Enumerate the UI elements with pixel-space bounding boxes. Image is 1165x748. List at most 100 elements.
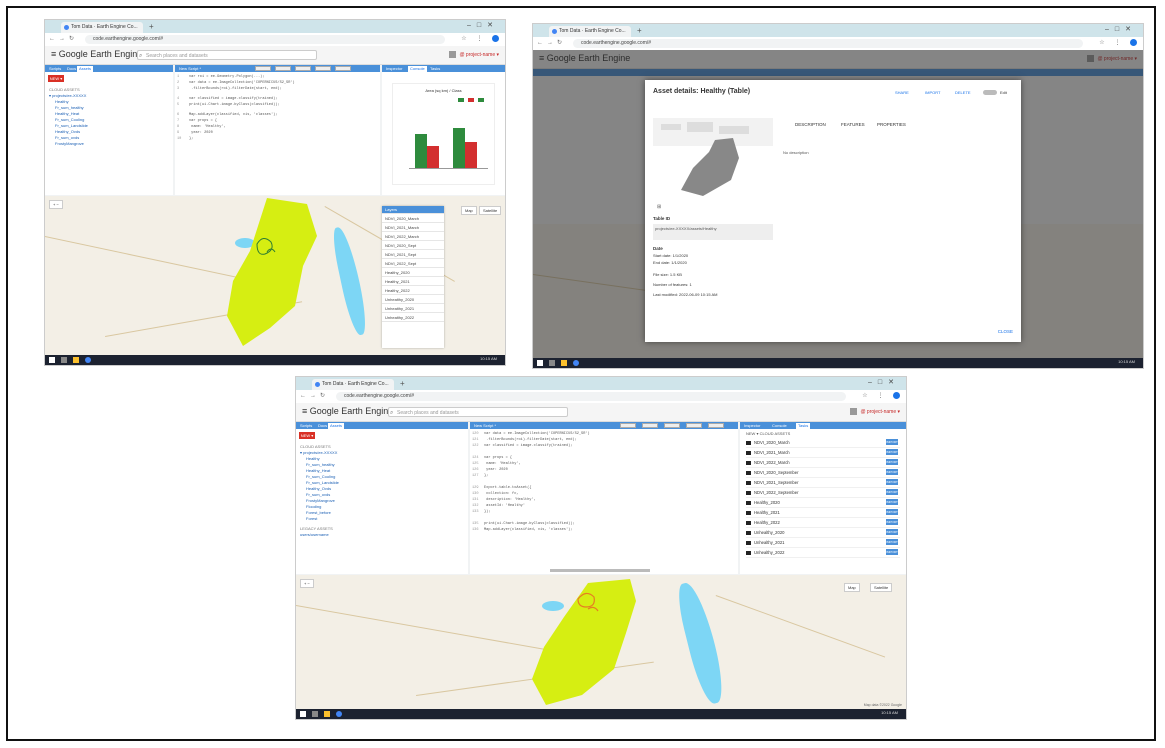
- import-button[interactable]: IMPORT: [886, 499, 898, 505]
- import-button[interactable]: IMPORT: [886, 479, 898, 485]
- tab-description[interactable]: DESCRIPTION: [795, 122, 826, 127]
- asset-row[interactable]: Unhealthy_2022 IMPORT: [746, 548, 900, 558]
- get-link-button[interactable]: [620, 423, 636, 428]
- code-line[interactable]: 132 assetId: 'Healthy': [472, 504, 525, 508]
- tab-scripts[interactable]: Scripts: [298, 423, 314, 429]
- reset-button[interactable]: [686, 423, 702, 428]
- tree-project[interactable]: ▾ projects/ee-XXXXX: [49, 93, 86, 98]
- tree-item[interactable]: FrostyMangrove: [55, 141, 84, 146]
- tab-inspector[interactable]: Inspector: [742, 423, 762, 429]
- satellite-type-button[interactable]: Satellite: [479, 206, 502, 215]
- code-line[interactable]: 124 var props = {: [472, 456, 512, 460]
- tree-item[interactable]: Fr_sum_Cooling: [306, 474, 335, 479]
- code-line[interactable]: 5 print(ui.Chart.image.byClass(classified…: [177, 103, 280, 107]
- asset-row[interactable]: NDVI_2021_September IMPORT: [746, 478, 900, 488]
- browser-tab[interactable]: Tom Data · Earth Engine Co...: [312, 379, 394, 390]
- map-type-button[interactable]: Map: [461, 206, 477, 215]
- nav-buttons[interactable]: ←→↻: [537, 39, 566, 46]
- new-button[interactable]: NEW ▾: [48, 75, 64, 82]
- tree-item[interactable]: Fr_sum_ovds: [55, 135, 79, 140]
- code-line[interactable]: 120 var data = ee.ImageCollection('COPERN…: [472, 432, 590, 436]
- code-line[interactable]: 121 .filterBounds(roi).filterDate(start,…: [472, 438, 577, 442]
- new-tab-icon[interactable]: +: [149, 22, 154, 31]
- code-line[interactable]: 8 name: 'Healthy',: [177, 125, 226, 129]
- nav-buttons[interactable]: ←→↻: [300, 392, 329, 399]
- zoom-controls[interactable]: + −: [49, 200, 63, 209]
- delete-button[interactable]: DELETE: [955, 90, 971, 95]
- import-button[interactable]: IMPORT: [886, 519, 898, 525]
- run-button[interactable]: [295, 66, 311, 71]
- code-line[interactable]: 9 year: 2020: [177, 131, 213, 135]
- asset-row[interactable]: NDVI_2020_March IMPORT: [746, 438, 900, 448]
- tree-item[interactable]: Fr_sum_healthy: [306, 462, 335, 467]
- code-line[interactable]: 135 print(ui.Chart.image.byClass(classifi…: [472, 522, 575, 526]
- tree-item[interactable]: Fr_sum_Cooling: [55, 117, 84, 122]
- search-input[interactable]: ⌕ Search places and datasets: [137, 50, 317, 60]
- import-button[interactable]: IMPORT: [886, 439, 898, 445]
- start-icon[interactable]: [300, 711, 306, 717]
- start-icon[interactable]: [537, 360, 543, 366]
- asset-row[interactable]: Healthy_2020 IMPORT: [746, 498, 900, 508]
- tree-item[interactable]: Healthy_Heat: [55, 111, 79, 116]
- url-field[interactable]: code.earthengine.google.com/#: [573, 39, 1083, 48]
- import-button[interactable]: IMPORT: [886, 449, 898, 455]
- code-line[interactable]: 10};: [177, 137, 193, 141]
- extension-icons[interactable]: ☆ ⋮: [461, 35, 499, 42]
- code-line[interactable]: 136 Map.addLayer(classified, vis, 'classe…: [472, 528, 572, 532]
- apps-button[interactable]: [335, 66, 351, 71]
- zoom-thumbnail-icon[interactable]: ⊞: [657, 204, 661, 210]
- tree-item[interactable]: Fr_sum_healthy: [55, 105, 84, 110]
- tree-item[interactable]: Forest: [306, 516, 317, 521]
- import-button[interactable]: IMPORT: [925, 90, 940, 95]
- layer-item[interactable]: NDVI_2021_Sept: [382, 251, 444, 259]
- folder-icon[interactable]: [324, 711, 330, 717]
- import-button[interactable]: IMPORT: [886, 469, 898, 475]
- tree-item[interactable]: Healthy_Ovds: [55, 129, 80, 134]
- chrome-icon[interactable]: [85, 357, 91, 363]
- window-controls[interactable]: –□✕: [1105, 25, 1137, 33]
- import-button[interactable]: IMPORT: [886, 459, 898, 465]
- close-button[interactable]: CLOSE: [998, 329, 1013, 334]
- layer-item[interactable]: NDVI_2020_Sept: [382, 242, 444, 250]
- tree-item[interactable]: Healthy_Ovds: [306, 486, 331, 491]
- import-button[interactable]: IMPORT: [886, 549, 898, 555]
- layer-item[interactable]: NDVI_2020_March: [382, 215, 444, 223]
- user-menu[interactable]: @ project-name ▾: [449, 50, 499, 60]
- code-line[interactable]: 7 var props = {: [177, 119, 217, 123]
- layer-item[interactable]: NDVI_2022_March: [382, 233, 444, 241]
- code-line[interactable]: 2 var data = ee.ImageCollection('COPERNIC…: [177, 81, 295, 85]
- tab-tasks[interactable]: Tasks: [428, 66, 442, 72]
- edit-toggle[interactable]: [983, 90, 997, 95]
- code-line[interactable]: 126 year: 2020: [472, 468, 508, 472]
- search-input[interactable]: ⌕ Search places and datasets: [388, 407, 568, 417]
- tree-item[interactable]: Flooding: [306, 504, 321, 509]
- code-line[interactable]: 6 Map.addLayer(classified, vis, 'classes'…: [177, 113, 277, 117]
- tree-item[interactable]: Healthy_Heat: [306, 468, 330, 473]
- code-line[interactable]: 133});: [472, 510, 490, 514]
- browser-tab[interactable]: Tom Data · Earth Engine Co...: [61, 22, 143, 33]
- run-button[interactable]: [664, 423, 680, 428]
- tree-item[interactable]: Fr_sum_Landslide: [55, 123, 88, 128]
- profile-icon[interactable]: [893, 392, 900, 399]
- code-line[interactable]: 127};: [472, 474, 488, 478]
- tab-console[interactable]: Console: [770, 423, 789, 429]
- get-link-button[interactable]: [255, 66, 271, 71]
- tree-item[interactable]: Healthy: [55, 99, 69, 104]
- reset-button[interactable]: [315, 66, 331, 71]
- horizontal-scrollbar[interactable]: [550, 569, 650, 572]
- save-button[interactable]: [642, 423, 658, 428]
- import-button[interactable]: IMPORT: [886, 539, 898, 545]
- search-taskbar-icon[interactable]: [61, 357, 67, 363]
- import-button[interactable]: IMPORT: [886, 509, 898, 515]
- tree-item[interactable]: Forest_before: [306, 510, 331, 515]
- start-icon[interactable]: [49, 357, 55, 363]
- roi-polygon[interactable]: [296, 575, 906, 709]
- tab-inspector[interactable]: Inspector: [384, 66, 404, 72]
- asset-row[interactable]: NDVI_2021_March IMPORT: [746, 448, 900, 458]
- code-line[interactable]: 3 .filterBounds(roi).filterDate(start, e…: [177, 87, 282, 91]
- tree-item[interactable]: FrostyMangrove: [306, 498, 335, 503]
- extension-icons[interactable]: ☆ ⋮: [1099, 39, 1137, 46]
- table-id-value[interactable]: projects/ee-XXXXX/assets/Healthy: [653, 224, 773, 240]
- chrome-icon[interactable]: [336, 711, 342, 717]
- map-type-button[interactable]: Map: [844, 583, 860, 592]
